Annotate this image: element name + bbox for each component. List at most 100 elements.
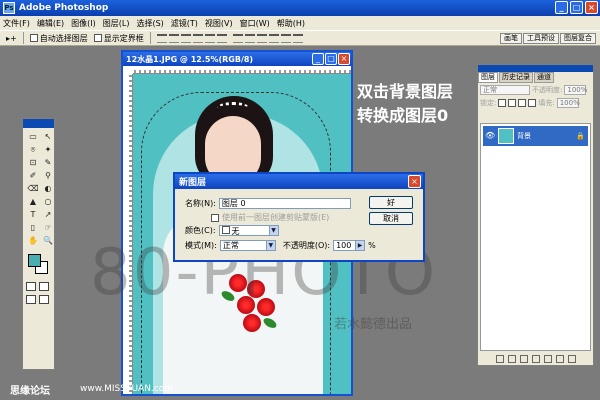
clipping-mask-checkbox[interactable] — [211, 213, 219, 222]
add-mask-icon[interactable] — [519, 354, 528, 363]
magic-wand-icon[interactable]: ✦ — [41, 144, 55, 156]
document-close-button[interactable]: × — [338, 53, 350, 65]
lock-pixels-icon[interactable] — [508, 98, 517, 107]
forum-credit: 思缘论坛 — [10, 386, 50, 397]
brush-tool-icon[interactable]: ✎ — [41, 157, 55, 169]
tab-layers[interactable]: 图层 — [478, 72, 498, 83]
gradient-tool-icon[interactable]: ◐ — [41, 183, 55, 195]
palette-header[interactable] — [478, 65, 593, 72]
lock-transparent-icon[interactable] — [498, 98, 507, 107]
cancel-button[interactable]: 取消 — [369, 212, 413, 225]
opacity-input[interactable]: 100 ▶ — [333, 240, 366, 251]
tab-history[interactable]: 历史记录 — [499, 72, 533, 83]
layer-row-background[interactable]: 👁 背景 🔒 — [483, 126, 588, 146]
trash-icon[interactable] — [567, 354, 576, 363]
minimize-button[interactable]: _ — [555, 1, 568, 14]
align-center-icon[interactable] — [204, 33, 215, 43]
path-select-icon[interactable]: ↗ — [41, 209, 55, 221]
auto-select-layer-checkbox[interactable]: 自动选择图层 — [29, 33, 88, 44]
checkbox-icon[interactable] — [93, 34, 102, 42]
menu-view[interactable]: 视图(V) — [205, 18, 233, 29]
eraser-tool-icon[interactable]: ⌫ — [26, 183, 40, 195]
menu-bar: 文件(F) 编辑(E) 图像(I) 图层(L) 选择(S) 滤镜(T) 视图(V… — [0, 16, 600, 30]
notes-tool-icon[interactable]: ☞ — [41, 222, 55, 234]
lasso-tool-icon[interactable]: ⌾ — [26, 144, 40, 156]
standard-mode-icon[interactable] — [26, 282, 36, 291]
menu-help[interactable]: 帮助(H) — [277, 18, 305, 29]
lock-all-icon[interactable] — [528, 98, 537, 107]
app-title: Adobe Photoshop — [19, 3, 109, 13]
document-maximize-button[interactable]: □ — [325, 53, 337, 65]
toolbox: ▭ ↖ ⌾ ✦ ⊡ ✎ ✐ ⚲ ⌫ ◐ ▲ ○ T ↗ ▯ ☞ ✋ 🔍 — [22, 118, 55, 370]
tab-brushes[interactable]: 画笔 — [500, 33, 522, 44]
menu-select[interactable]: 选择(S) — [136, 18, 163, 29]
mode-select[interactable]: 正常 ▼ — [219, 240, 276, 251]
ok-button[interactable]: 好 — [369, 196, 413, 209]
layer-opacity-input[interactable]: 100% — [564, 84, 587, 95]
distribute-middle-icon[interactable] — [244, 33, 255, 43]
dodge-tool-icon[interactable]: ○ — [41, 196, 55, 208]
chevron-down-icon[interactable]: ▼ — [265, 241, 275, 250]
align-buttons — [156, 33, 227, 43]
color-select[interactable]: 无 ▼ — [218, 225, 279, 236]
menu-filter[interactable]: 滤镜(T) — [171, 18, 198, 29]
document-minimize-button[interactable]: _ — [312, 53, 324, 65]
tab-layer-comps[interactable]: 图层复合 — [560, 33, 596, 44]
align-bottom-icon[interactable] — [180, 33, 191, 43]
dialog-title-bar[interactable]: 新图层 — [175, 174, 423, 189]
align-left-icon[interactable] — [192, 33, 203, 43]
marquee-tool-icon[interactable]: ▭ — [26, 131, 40, 143]
blend-mode-select[interactable]: 正常 — [480, 84, 530, 95]
hand-tool-icon[interactable]: ✋ — [26, 235, 40, 247]
distribute-center-icon[interactable] — [280, 33, 291, 43]
zoom-tool-icon[interactable]: 🔍 — [41, 235, 55, 247]
distribute-top-icon[interactable] — [232, 33, 243, 43]
type-tool-icon[interactable]: T — [26, 209, 40, 221]
menu-window[interactable]: 窗口(W) — [240, 18, 270, 29]
show-bounding-box-checkbox[interactable]: 显示定界框 — [93, 33, 144, 44]
move-tool-icon[interactable]: ↖ — [41, 131, 55, 143]
screen-mode-standard-icon[interactable] — [26, 295, 36, 304]
stamp-tool-icon[interactable]: ⚲ — [41, 170, 55, 182]
tab-tool-presets[interactable]: 工具预设 — [523, 33, 559, 44]
chevron-right-icon[interactable]: ▶ — [355, 241, 365, 250]
checkbox-icon[interactable] — [29, 34, 38, 42]
lock-position-icon[interactable] — [518, 98, 527, 107]
maximize-button[interactable]: □ — [570, 1, 583, 14]
new-layer-icon[interactable] — [555, 354, 564, 363]
options-bar: ▸+ 自动选择图层 显示定界框 画笔 工具预设 图层复合 — [0, 30, 600, 46]
menu-file[interactable]: 文件(F) — [3, 18, 30, 29]
move-tool-icon[interactable]: ▸+ — [6, 34, 17, 43]
foreground-color-swatch[interactable] — [28, 254, 41, 267]
distribute-right-icon[interactable] — [292, 33, 303, 43]
crop-tool-icon[interactable]: ⊡ — [26, 157, 40, 169]
close-button[interactable]: × — [585, 1, 598, 14]
chevron-down-icon[interactable]: ▼ — [268, 226, 278, 235]
app-title-bar: Ps Adobe Photoshop _ □ × — [0, 0, 600, 16]
dialog-close-button[interactable]: × — [408, 175, 421, 188]
align-middle-icon[interactable] — [168, 33, 179, 43]
shape-tool-icon[interactable]: ▯ — [26, 222, 40, 234]
distribute-left-icon[interactable] — [268, 33, 279, 43]
link-layers-icon[interactable] — [495, 354, 504, 363]
distribute-bottom-icon[interactable] — [256, 33, 267, 43]
mode-value: 正常 — [222, 241, 239, 250]
new-group-icon[interactable] — [543, 354, 552, 363]
eye-icon[interactable]: 👁 — [485, 131, 495, 141]
blur-tool-icon[interactable]: ▲ — [26, 196, 40, 208]
layer-style-icon[interactable] — [507, 354, 516, 363]
tab-channels[interactable]: 通道 — [534, 72, 554, 83]
layer-name-input[interactable]: 图层 0 — [218, 198, 351, 209]
screen-mode-full-icon[interactable] — [39, 295, 49, 304]
quick-mask-icon[interactable] — [39, 282, 49, 291]
menu-layer[interactable]: 图层(L) — [103, 18, 130, 29]
color-label: 颜色(C): — [185, 226, 216, 235]
new-adjustment-icon[interactable] — [531, 354, 540, 363]
menu-edit[interactable]: 编辑(E) — [37, 18, 64, 29]
menu-image[interactable]: 图像(I) — [71, 18, 96, 29]
align-right-icon[interactable] — [216, 33, 227, 43]
fill-input[interactable]: 100% — [556, 97, 580, 108]
toolbox-header[interactable] — [23, 119, 54, 128]
pencil-tool-icon[interactable]: ✐ — [26, 170, 40, 182]
align-top-icon[interactable] — [156, 33, 167, 43]
